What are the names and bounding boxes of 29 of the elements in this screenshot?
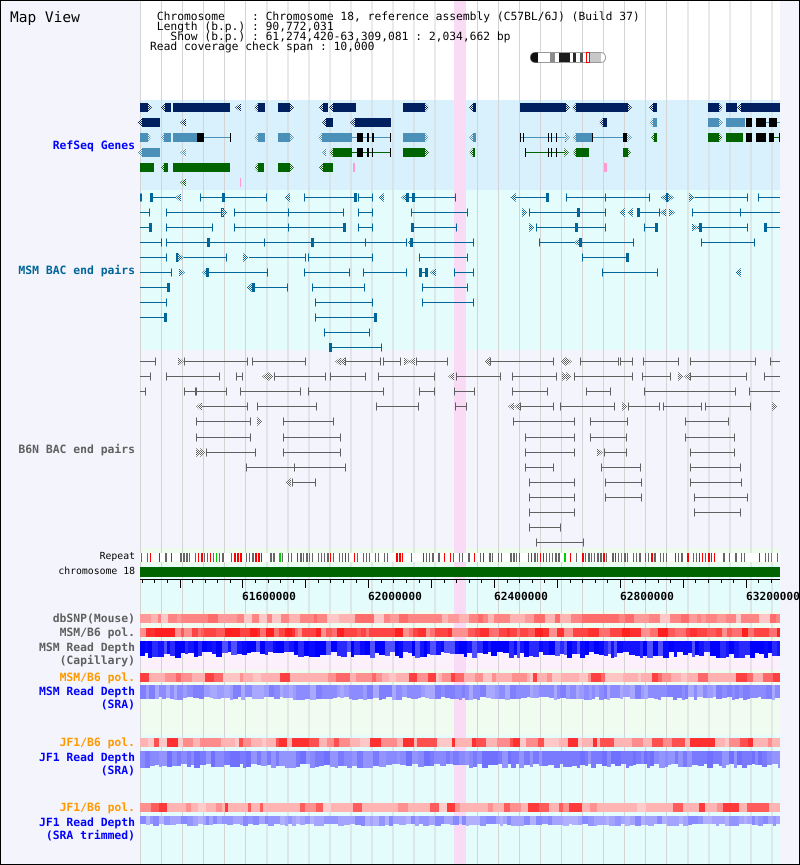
track-label: JF1 Read Depth — [38, 751, 135, 764]
info-line: Chromosome : Chromosome 18, reference assembly (C57BL/6J) (Build 37) — [156, 12, 640, 22]
axis-label: 62800000 — [620, 590, 674, 603]
track-label: RefSeq Genes — [52, 138, 135, 152]
track-label: JF1 Read Depth — [38, 816, 135, 829]
chromosome-ideogram-icon — [530, 52, 606, 63]
track-sublabel: (SRA) — [100, 764, 135, 777]
track-label: JF1/B6 pol. — [60, 801, 135, 814]
track-sublabel: (SRA) — [100, 698, 135, 711]
track-sublabel: (SRA trimmed) — [46, 829, 135, 842]
track-label: chromosome 18 — [58, 566, 135, 578]
info-line: Read coverage check span : 10,000 — [150, 42, 374, 52]
track-label: B6N BAC end pairs — [18, 442, 135, 456]
track-label: JF1/B6 pol. — [60, 736, 135, 749]
info-line: Show (b.p.) : 61,274,420-63,309,081 : 2,034,662 bp — [170, 32, 510, 42]
track-label: Repeat — [100, 550, 135, 562]
track-label: MSM Read Depth — [38, 641, 135, 654]
axis-label: 63200000 — [746, 590, 799, 603]
track-label: MSM Read Depth — [38, 685, 135, 698]
axis-label: 61600000 — [242, 590, 296, 603]
axis-label: 62000000 — [368, 590, 422, 603]
view-title: Map View — [10, 10, 80, 26]
track-label: MSM BAC end pairs — [18, 264, 135, 276]
axis-label: 62400000 — [494, 590, 548, 603]
track-label: MSM/B6 pol. — [60, 670, 135, 684]
track-label: MSM/B6 pol. — [60, 626, 135, 639]
track-sublabel: (Capillary) — [60, 654, 135, 667]
info-line: Length (b.p.) : 90,772,031 — [156, 22, 334, 32]
track-label: dbSNP(Mouse) — [52, 612, 135, 624]
